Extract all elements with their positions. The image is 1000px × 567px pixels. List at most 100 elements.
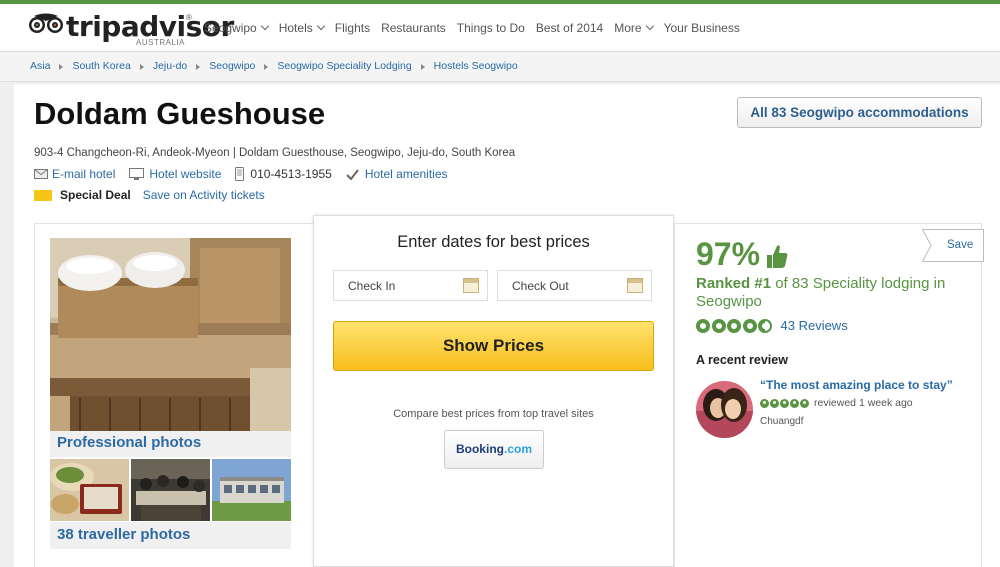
check-out-field[interactable]: Check Out: [497, 270, 652, 301]
rating-bubbles-row: 43 Reviews: [696, 318, 848, 333]
rating-bubble-icon: [780, 398, 789, 408]
professional-photos-link[interactable]: Professional photos: [50, 431, 291, 457]
nav-item-things-to-do[interactable]: Things to Do: [457, 21, 525, 37]
breadcrumb-south-korea[interactable]: South Korea: [72, 60, 130, 72]
hotel-phone: 010-4513-1955: [235, 167, 332, 181]
chevron-down-icon: [316, 21, 325, 31]
rating-bubble-icon: [711, 318, 726, 333]
breadcrumb-asia[interactable]: Asia: [30, 60, 50, 72]
nav-label: Seogwipo: [204, 21, 257, 35]
booking-com-button[interactable]: Booking.com: [444, 430, 544, 469]
thumbnail-photo[interactable]: [131, 459, 210, 521]
nav-item-restaurants[interactable]: Restaurants: [381, 21, 446, 37]
main-photo-image: [50, 238, 291, 431]
breadcrumb-hostels[interactable]: Hostels Seogwipo: [434, 60, 518, 72]
review-quote-link[interactable]: “The most amazing place to stay”: [760, 378, 953, 392]
page-title: Doldam Gueshouse: [34, 96, 326, 131]
ranking-position: Ranked #1: [696, 275, 772, 292]
logo-region: AUSTRALIA: [136, 38, 185, 47]
nav-item-seogwipo[interactable]: Seogwipo: [204, 21, 269, 37]
chevron-down-icon: [645, 21, 654, 31]
email-hotel-label: E-mail hotel: [52, 167, 116, 181]
owl-logo-icon: [29, 13, 63, 33]
hotel-website-link[interactable]: Hotel website: [129, 167, 221, 181]
review-meta: reviewed 1 week ago: [760, 397, 913, 409]
nav-item-your-business[interactable]: Your Business: [664, 21, 740, 37]
thumbnail-photo[interactable]: [212, 459, 291, 521]
rating-bubble-icon: [800, 398, 809, 408]
save-button[interactable]: Save: [921, 229, 984, 262]
booking-title: Enter dates for best prices: [397, 233, 590, 251]
breadcrumb-arrow-icon: [139, 64, 144, 70]
reviewer-photo: [696, 381, 753, 438]
phone-icon: [235, 167, 245, 181]
dining-thumbnail-image: [131, 459, 210, 521]
booking-partner-suffix: .com: [503, 442, 532, 456]
nav-item-hotels[interactable]: Hotels: [278, 21, 325, 37]
thumbnail-photo[interactable]: [50, 459, 129, 521]
thumbs-up-icon: [767, 245, 788, 268]
avatar[interactable]: [696, 381, 753, 438]
hotel-amenities-link[interactable]: Hotel amenities: [346, 167, 448, 181]
review-date: reviewed 1 week ago: [814, 397, 913, 409]
exterior-thumbnail-image: [212, 459, 291, 521]
nav-item-best-of-2014[interactable]: Best of 2014: [536, 21, 603, 37]
hotel-contacts: E-mail hotel Hotel website 010-4513-1955…: [34, 167, 462, 181]
reviewer-name[interactable]: Chuangdf: [760, 416, 803, 427]
ranking-text: Ranked #1 of 83 Speciality lodging in Se…: [696, 275, 976, 311]
hotel-website-label: Hotel website: [149, 167, 222, 181]
check-in-placeholder: Check In: [348, 279, 396, 293]
rating-bubble-icon: [790, 398, 799, 408]
all-accommodations-button[interactable]: All 83 Seogwipo accommodations: [737, 97, 982, 128]
booking-panel: [313, 215, 674, 567]
chevron-down-icon: [260, 21, 269, 31]
recent-review-heading: A recent review: [696, 353, 788, 367]
envelope-icon: [34, 169, 48, 179]
rating-bubble-icon: [742, 318, 757, 333]
nav-label: Hotels: [278, 21, 313, 35]
breadcrumb-arrow-icon: [59, 64, 64, 70]
hotel-amenities-label: Hotel amenities: [364, 167, 448, 181]
rating-bubble-icon: [760, 398, 769, 408]
rating-bubble-icon: [696, 318, 710, 333]
monitor-icon: [129, 167, 145, 180]
breadcrumb-arrow-icon: [420, 64, 425, 70]
check-out-placeholder: Check Out: [512, 279, 569, 293]
breadcrumb-speciality-lodging[interactable]: Seogwipo Speciality Lodging: [277, 60, 411, 72]
show-prices-button[interactable]: Show Prices: [333, 321, 654, 371]
main-hotel-photo[interactable]: [50, 238, 291, 431]
special-deal-label: Special Deal: [60, 188, 131, 202]
main-nav: Seogwipo Hotels Flights Restaurants Thin…: [204, 21, 751, 37]
rating-bubble-icon: [770, 398, 779, 408]
hotel-address: 903-4 Changcheon-Ri, Andeok-Myeon | Dold…: [34, 147, 516, 159]
nav-item-flights[interactable]: Flights: [335, 21, 370, 37]
site-header: tripadvisor ® AUSTRALIA Seogwipo Hotels …: [0, 4, 1000, 52]
rating-half-bubble-icon: [758, 318, 772, 333]
breadcrumb-arrow-icon: [264, 64, 269, 70]
checkmark-icon: [346, 168, 359, 180]
food-thumbnail-image: [50, 459, 129, 521]
save-label: Save: [947, 239, 974, 251]
breadcrumb-jeju-do[interactable]: Jeju-do: [153, 60, 187, 72]
email-hotel-link[interactable]: E-mail hotel: [34, 167, 115, 181]
compare-prices-text: Compare best prices from top travel site…: [393, 408, 594, 420]
calendar-icon[interactable]: [627, 278, 643, 293]
recommend-percent: 97%: [696, 236, 761, 272]
nav-item-more[interactable]: More: [614, 21, 654, 37]
reviews-count-link[interactable]: 43 Reviews: [781, 318, 848, 333]
special-deal-link[interactable]: Save on Activity tickets: [143, 188, 265, 202]
deal-tag-icon: [34, 189, 52, 201]
calendar-icon[interactable]: [463, 278, 479, 293]
tripadvisor-logo[interactable]: tripadvisor ® AUSTRALIA: [28, 10, 234, 47]
booking-partner-name: Booking: [455, 442, 504, 456]
breadcrumb: Asia South Korea Jeju-do Seogwipo Seogwi…: [0, 53, 1000, 82]
check-in-field[interactable]: Check In: [333, 270, 488, 301]
breadcrumb-seogwipo[interactable]: Seogwipo: [209, 60, 255, 72]
nav-label: More: [614, 21, 642, 35]
rating-bubble-icon: [727, 318, 741, 333]
phone-number: 010-4513-1955: [250, 167, 332, 181]
traveller-photos-link[interactable]: 38 traveller photos: [50, 522, 291, 549]
logo-registered-mark: ®: [186, 13, 192, 22]
breadcrumb-arrow-icon: [196, 64, 201, 70]
special-deal-row: Special Deal Save on Activity tickets: [34, 188, 265, 202]
